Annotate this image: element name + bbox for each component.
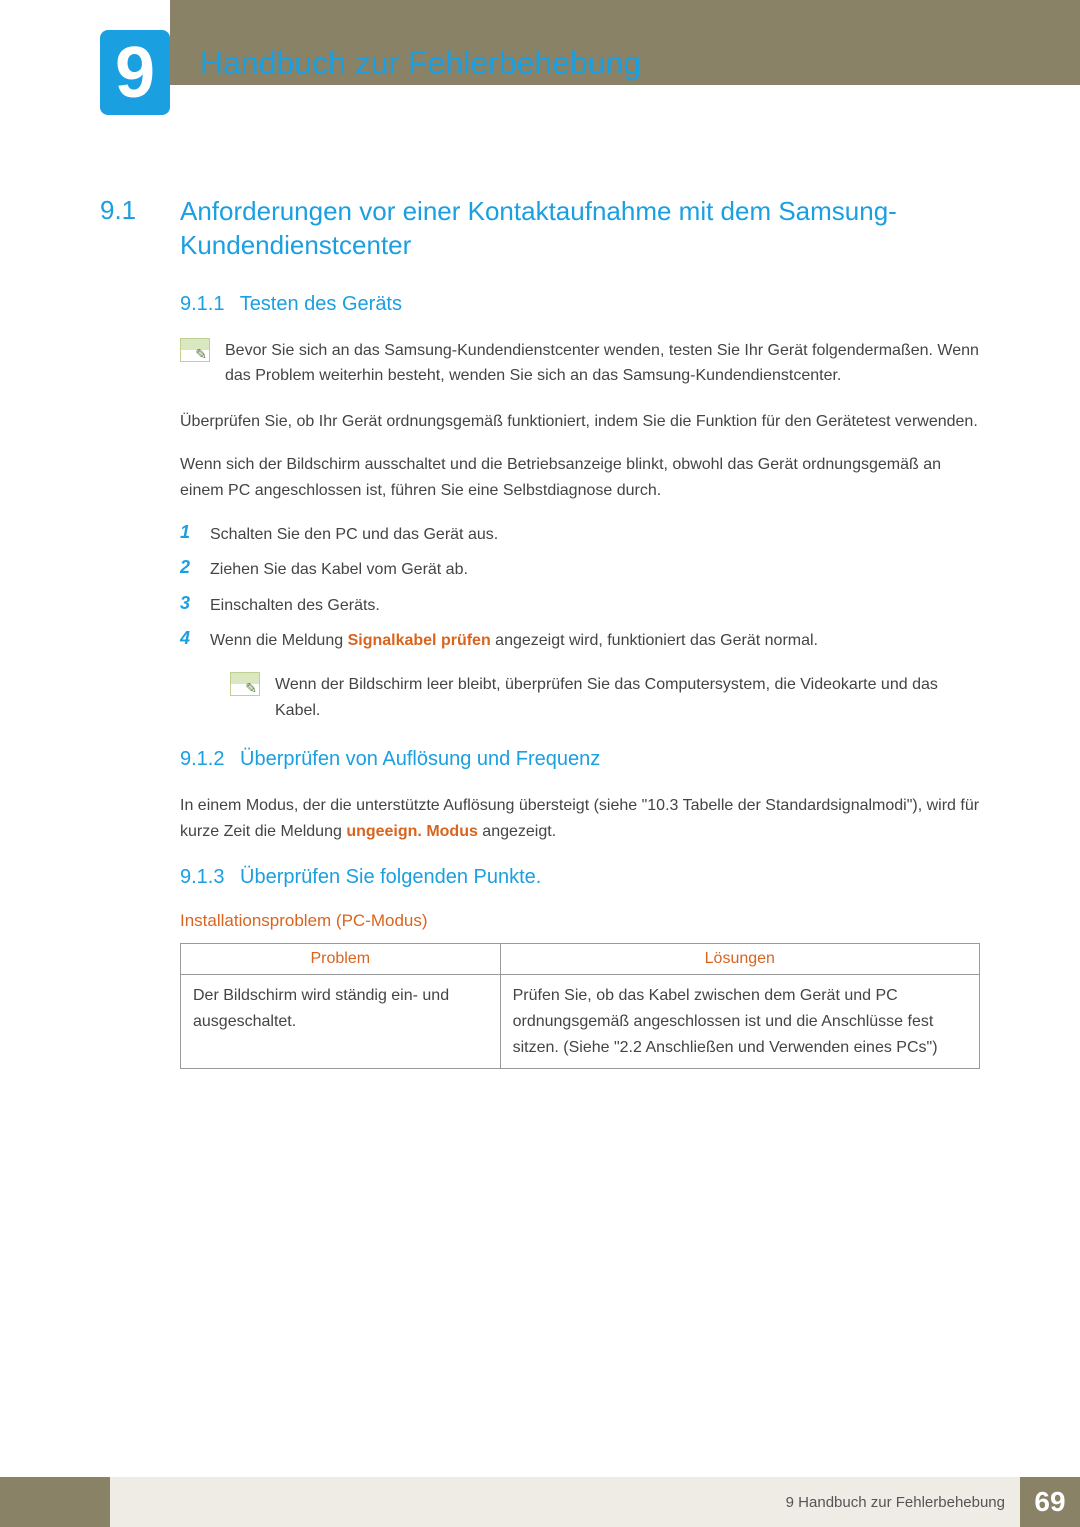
list-number: 4 <box>180 628 210 654</box>
chapter-title: Handbuch zur Fehlerbehebung <box>200 45 641 82</box>
paragraph: Überprüfen Sie, ob Ihr Gerät ordnungsgem… <box>180 409 980 435</box>
subsection-title: Testen des Geräts <box>240 293 402 315</box>
list-item: 4 Wenn die Meldung Signalkabel prüfen an… <box>180 628 980 654</box>
note-icon <box>230 672 260 696</box>
subsection-number: 9.1.2 <box>180 748 224 770</box>
emphasis: Signalkabel prüfen <box>348 632 491 649</box>
table-cell-problem: Der Bildschirm wird ständig ein- und aus… <box>181 975 501 1069</box>
note-block: Bevor Sie sich an das Samsung-Kundendien… <box>180 338 980 389</box>
section-heading: 9.1 Anforderungen vor einer Kontaktaufna… <box>100 195 980 263</box>
paragraph: In einem Modus, der die unterstützte Auf… <box>180 793 980 844</box>
note-icon <box>180 338 210 362</box>
list-number: 3 <box>180 593 210 619</box>
list-item: 1 Schalten Sie den PC und das Gerät aus. <box>180 522 980 548</box>
emphasis: ungeeign. Modus <box>346 823 478 840</box>
page-number: 69 <box>1020 1477 1080 1527</box>
list-item: 2 Ziehen Sie das Kabel vom Gerät ab. <box>180 557 980 583</box>
list-text: Schalten Sie den PC und das Gerät aus. <box>210 522 498 548</box>
list-text: Wenn die Meldung Signalkabel prüfen ange… <box>210 628 818 654</box>
subsection-912: 9.1.2 Überprüfen von Auflösung und Frequ… <box>180 748 980 844</box>
subsection-title: Überprüfen von Auflösung und Frequenz <box>240 748 600 770</box>
paragraph: Wenn sich der Bildschirm ausschaltet und… <box>180 452 980 503</box>
subsection-number: 9.1.3 <box>180 866 224 888</box>
note-text: Wenn der Bildschirm leer bleibt, überprü… <box>275 672 980 723</box>
ordered-list: 1 Schalten Sie den PC und das Gerät aus.… <box>180 522 980 654</box>
list-number: 1 <box>180 522 210 548</box>
list-number: 2 <box>180 557 210 583</box>
table-caption: Installationsproblem (PC-Modus) <box>180 911 980 931</box>
subsection-title: Überprüfen Sie folgenden Punkte. <box>240 866 541 888</box>
table-header-solution: Lösungen <box>500 944 979 975</box>
subsection-heading: 9.1.2 Überprüfen von Auflösung und Frequ… <box>180 748 980 771</box>
section-number: 9.1 <box>100 195 180 263</box>
list-item: 3 Einschalten des Geräts. <box>180 593 980 619</box>
sub-note-block: Wenn der Bildschirm leer bleibt, überprü… <box>230 672 980 723</box>
subsection-911: 9.1.1 Testen des Geräts Bevor Sie sich a… <box>180 293 980 724</box>
chapter-number-badge: 9 <box>100 30 170 115</box>
subsection-number: 9.1.1 <box>180 293 224 315</box>
list-text: Einschalten des Geräts. <box>210 593 380 619</box>
troubleshooting-table: Problem Lösungen Der Bildschirm wird stä… <box>180 943 980 1069</box>
section-title: Anforderungen vor einer Kontaktaufnahme … <box>180 195 980 263</box>
note-text: Bevor Sie sich an das Samsung-Kundendien… <box>225 338 980 389</box>
subsection-913: 9.1.3 Überprüfen Sie folgenden Punkte. I… <box>180 866 980 1069</box>
footer-text: 9 Handbuch zur Fehlerbehebung <box>110 1477 1020 1527</box>
footer: 9 Handbuch zur Fehlerbehebung 69 <box>0 1477 1080 1527</box>
subsection-heading: 9.1.3 Überprüfen Sie folgenden Punkte. <box>180 866 980 889</box>
page-content: 9.1 Anforderungen vor einer Kontaktaufna… <box>100 195 980 1091</box>
table-row: Der Bildschirm wird ständig ein- und aus… <box>181 975 980 1069</box>
subsection-heading: 9.1.1 Testen des Geräts <box>180 293 980 316</box>
table-cell-solution: Prüfen Sie, ob das Kabel zwischen dem Ge… <box>500 975 979 1069</box>
table-header-problem: Problem <box>181 944 501 975</box>
list-text: Ziehen Sie das Kabel vom Gerät ab. <box>210 557 468 583</box>
